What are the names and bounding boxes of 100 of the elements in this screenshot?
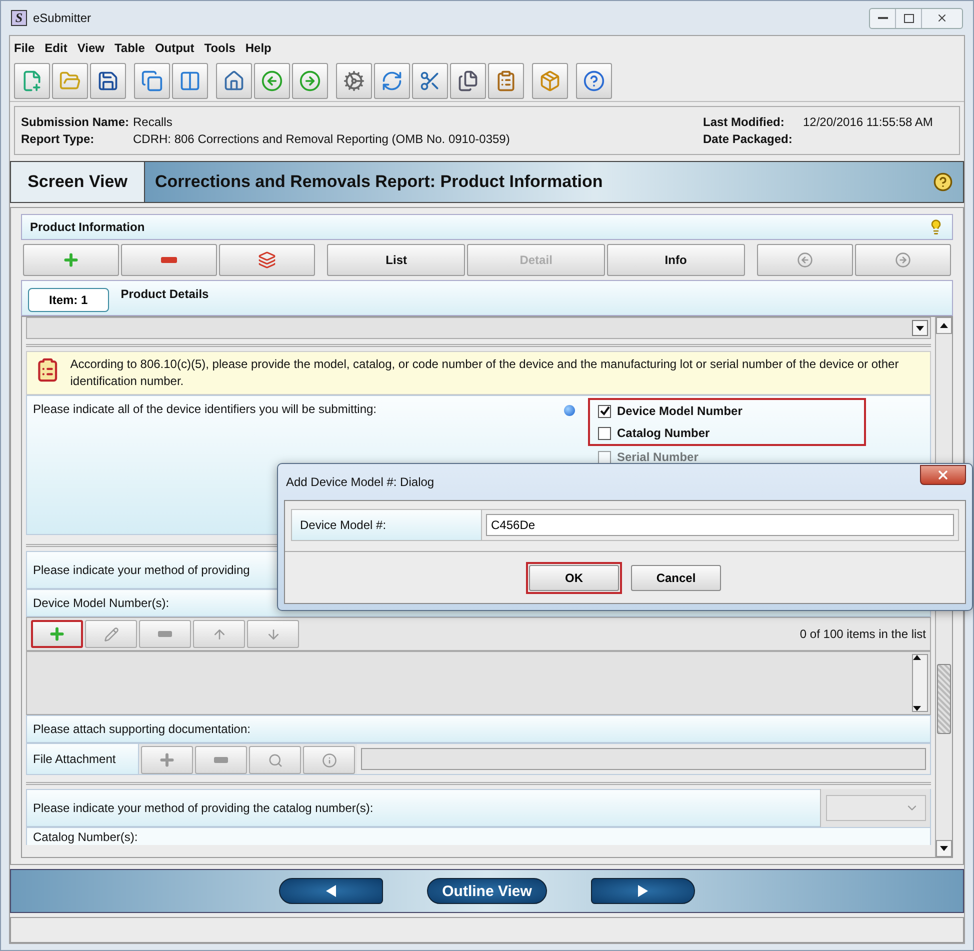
window-title: eSubmitter <box>33 11 92 25</box>
input-field[interactable]: C456De <box>486 514 954 536</box>
menu-item[interactable]: Tools <box>204 41 236 55</box>
minus-icon <box>214 757 228 763</box>
gears-icon <box>343 70 365 92</box>
menu-item[interactable]: View <box>77 41 104 55</box>
item-tab[interactable]: Item: 1 <box>28 288 109 312</box>
close-icon <box>936 12 948 24</box>
outline-view-button[interactable]: Outline View <box>427 878 547 904</box>
toolbar-button[interactable] <box>90 62 126 98</box>
menu-item[interactable]: Help <box>245 41 272 55</box>
up-triangle-icon <box>913 655 921 660</box>
remove-button[interactable] <box>121 244 218 276</box>
plus-icon <box>158 751 176 769</box>
search-button[interactable] <box>249 746 301 774</box>
forward-icon <box>299 70 321 92</box>
info-label: Submission Name: <box>21 115 130 129</box>
help-icon <box>583 70 605 92</box>
toolbar-button[interactable] <box>134 62 170 98</box>
columns-icon <box>179 70 201 92</box>
dialog-button[interactable]: Cancel <box>631 564 721 590</box>
menu-item[interactable]: Edit <box>44 41 68 55</box>
toolbar-button[interactable] <box>374 62 410 98</box>
maximize-icon <box>904 14 914 22</box>
question-text: Please indicate your method of providing <box>33 563 250 577</box>
dialog-button[interactable]: OK <box>529 564 619 590</box>
documents-icon <box>457 70 479 92</box>
panel-title: Product Information <box>30 220 145 234</box>
remove-button[interactable] <box>195 746 247 774</box>
menu-item[interactable]: Output <box>154 41 194 55</box>
next-button[interactable] <box>590 878 695 904</box>
info-value: CDRH: 806 Corrections and Removal Reporting (OMB No. 0910-0359) <box>133 132 511 146</box>
field-label: File Attachment <box>27 744 139 774</box>
prompt-text: Please attach supporting documentation: <box>33 722 250 736</box>
list-label: Device Model Number(s): <box>33 596 170 610</box>
close-button[interactable] <box>920 465 966 485</box>
refresh-icon <box>381 70 403 92</box>
file-path-field[interactable] <box>361 748 926 770</box>
info-value: Recalls <box>133 115 174 129</box>
close-icon <box>936 468 950 482</box>
info-icon <box>322 752 336 768</box>
windows-icon <box>141 70 163 92</box>
dropdown-button[interactable] <box>912 320 928 336</box>
info-button[interactable] <box>303 746 355 774</box>
checkbox-label: Catalog Number <box>617 426 710 440</box>
back-icon <box>261 70 283 92</box>
minus-icon <box>161 257 178 263</box>
toolbar-button[interactable] <box>336 62 372 98</box>
list-label: Catalog Number(s): <box>33 830 138 844</box>
panel-button[interactable]: Info <box>606 244 745 276</box>
copy-icon <box>258 251 276 269</box>
up-triangle-icon <box>940 323 948 328</box>
copy-button[interactable] <box>219 244 316 276</box>
toolbar-button[interactable] <box>450 62 486 98</box>
screen-view-tab[interactable]: Screen View <box>11 162 145 202</box>
minus-icon <box>158 631 172 637</box>
scroll-thumb[interactable] <box>937 664 951 734</box>
clipboard-icon <box>495 70 517 92</box>
menu-item[interactable]: Table <box>114 41 145 55</box>
right-triangle-icon <box>636 884 650 898</box>
question-text: Please indicate your method of providing the catalog number(s): <box>33 801 374 815</box>
app-logo: S <box>11 10 27 26</box>
home-icon <box>223 70 245 92</box>
add-button[interactable] <box>31 620 83 648</box>
panel-button[interactable]: List <box>327 244 466 276</box>
field-label: Device Model #: <box>292 510 482 540</box>
folder-icon <box>59 70 81 92</box>
down-triangle-icon <box>913 706 921 711</box>
toolbar-button[interactable] <box>488 62 524 98</box>
add-button[interactable] <box>141 746 193 774</box>
checkbox[interactable] <box>598 426 611 440</box>
toolbar-button[interactable] <box>216 62 252 98</box>
item-count: 0 of 100 items in the list <box>800 627 926 641</box>
down-triangle-icon <box>940 846 948 851</box>
package-icon <box>539 70 561 92</box>
checkbox-label: Serial Number <box>617 450 698 464</box>
scrollbar[interactable] <box>912 654 928 712</box>
previous-button[interactable] <box>279 878 384 904</box>
checkbox[interactable] <box>598 450 611 464</box>
checkbox-label: Device Model Number <box>617 404 742 418</box>
toolbar-button[interactable] <box>172 62 208 98</box>
question-text: Please indicate all of the device identifiers you will be submitting: <box>33 402 378 416</box>
info-label: Last Modified: <box>703 115 786 129</box>
item-title: Product Details <box>120 287 209 301</box>
menu-item[interactable]: File <box>14 41 35 55</box>
checkbox[interactable] <box>598 404 611 418</box>
toolbar-button[interactable] <box>412 62 448 98</box>
required-dot-icon <box>564 405 575 416</box>
help-icon[interactable] <box>933 172 953 192</box>
info-value: 12/20/2016 11:55:58 AM <box>803 115 934 129</box>
dialog-title: Add Device Model #: Dialog <box>286 475 434 489</box>
note-text: According to 806.10(c)(5), please provide the model, catalog, or code number of the device and the manufacturing lot or serial number of the device or other identification number. <box>70 356 900 390</box>
file-add-icon <box>21 70 43 92</box>
search-icon <box>268 752 282 768</box>
plus-icon <box>62 251 80 269</box>
left-triangle-icon <box>324 884 338 898</box>
toolbar-button[interactable] <box>576 62 612 98</box>
add-button[interactable] <box>23 244 120 276</box>
down-arrow-icon <box>266 626 280 642</box>
plus-icon <box>48 625 66 643</box>
